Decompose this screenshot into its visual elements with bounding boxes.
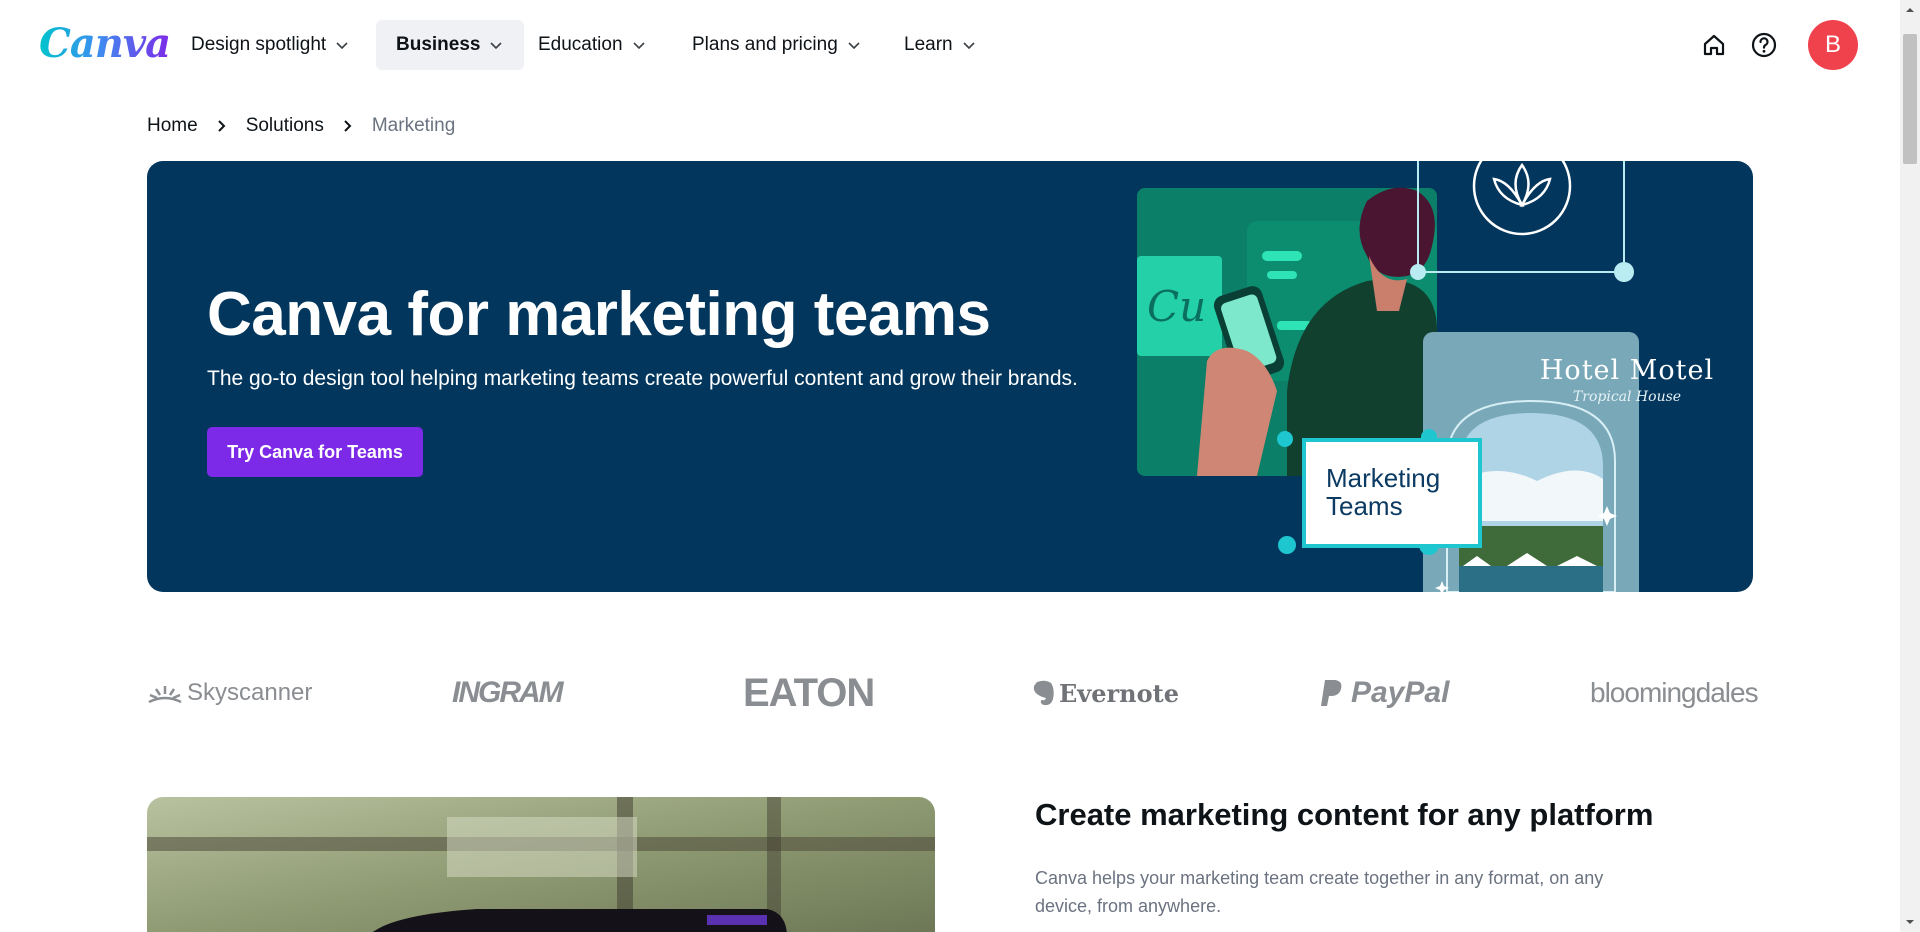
breadcrumb-current: Marketing	[371, 115, 456, 136]
marketing-card-line2: Teams	[1326, 491, 1403, 521]
feature-photo	[147, 797, 935, 932]
help-button[interactable]	[1746, 27, 1782, 63]
canva-logo[interactable]: Canva	[39, 20, 171, 67]
customer-logos: Skyscanner INGRAM EATON Evernote PayPal …	[147, 665, 1759, 721]
try-canva-for-teams-button[interactable]: Try Canva for Teams	[207, 427, 423, 477]
nav-business-label: Business	[396, 34, 481, 55]
chevron-down-icon	[632, 42, 645, 50]
breadcrumb-solutions[interactable]: Solutions	[246, 115, 324, 137]
skyscanner-sun-icon	[148, 686, 182, 704]
breadcrumb-home[interactable]: Home	[147, 115, 198, 137]
nav-learn[interactable]: Learn	[884, 20, 997, 70]
chevron-down-icon	[963, 42, 975, 50]
nav-design-spotlight[interactable]: Design spotlight	[171, 20, 370, 70]
help-icon	[1751, 32, 1777, 58]
home-icon	[1703, 34, 1725, 56]
feature-description: Canva helps your marketing team create t…	[1035, 868, 1604, 916]
logo-frame-illustration	[1410, 161, 1634, 282]
breadcrumb: Home Solutions Marketing	[147, 113, 455, 139]
ingram-logo: INGRAM	[452, 676, 564, 709]
chevron-down-icon	[490, 42, 503, 50]
chevron-right-icon	[344, 120, 352, 132]
hero-title: Canva for marketing teams	[207, 280, 991, 349]
hotel-poster-title: Hotel Motel	[1539, 355, 1715, 386]
nav-learn-label: Learn	[904, 34, 953, 55]
scroll-up-arrow-icon[interactable]	[1900, 0, 1920, 20]
skyscanner-logo: Skyscanner	[147, 665, 312, 721]
eaton-logo: EATON	[743, 670, 875, 715]
hero-subtitle: The go-to design tool helping marketing …	[207, 367, 1078, 390]
hero-banner: Canva for marketing teams The go-to desi…	[147, 161, 1753, 592]
feature-title: Create marketing content for any platfor…	[1035, 797, 1654, 832]
home-button[interactable]	[1696, 27, 1732, 63]
nav-plans-and-pricing-label: Plans and pricing	[692, 34, 838, 55]
nav-business[interactable]: Business	[376, 20, 525, 70]
paypal-logo: PayPal	[1319, 665, 1449, 721]
page-scrollbar[interactable]	[1900, 0, 1920, 932]
paypal-p-icon	[1321, 680, 1342, 706]
evernote-elephant-icon	[1033, 680, 1054, 706]
evernote-logo: Evernote	[1031, 665, 1179, 721]
scroll-thumb[interactable]	[1903, 34, 1917, 164]
marketing-card-line1: Marketing	[1326, 463, 1441, 493]
scroll-down-arrow-icon[interactable]	[1900, 912, 1920, 932]
chevron-down-icon	[848, 42, 860, 50]
top-navigation: Canva Design spotlight Business Educatio…	[0, 0, 1900, 91]
marketing-teams-card: Marketing Teams	[1302, 438, 1482, 548]
nav-education[interactable]: Education	[518, 20, 667, 70]
bloomingdales-logo: bloomingdales	[1590, 677, 1759, 708]
feature-photo-illustration	[147, 797, 935, 932]
svg-text:Cu: Cu	[1147, 282, 1206, 331]
nav-plans-and-pricing[interactable]: Plans and pricing	[672, 20, 882, 70]
hotel-poster-subtitle: Tropical House	[1572, 389, 1682, 405]
nav-education-label: Education	[538, 34, 623, 55]
nav-design-spotlight-label: Design spotlight	[191, 34, 327, 55]
chevron-right-icon	[217, 120, 226, 132]
chevron-down-icon	[336, 42, 348, 50]
user-avatar[interactable]: B	[1808, 20, 1858, 70]
